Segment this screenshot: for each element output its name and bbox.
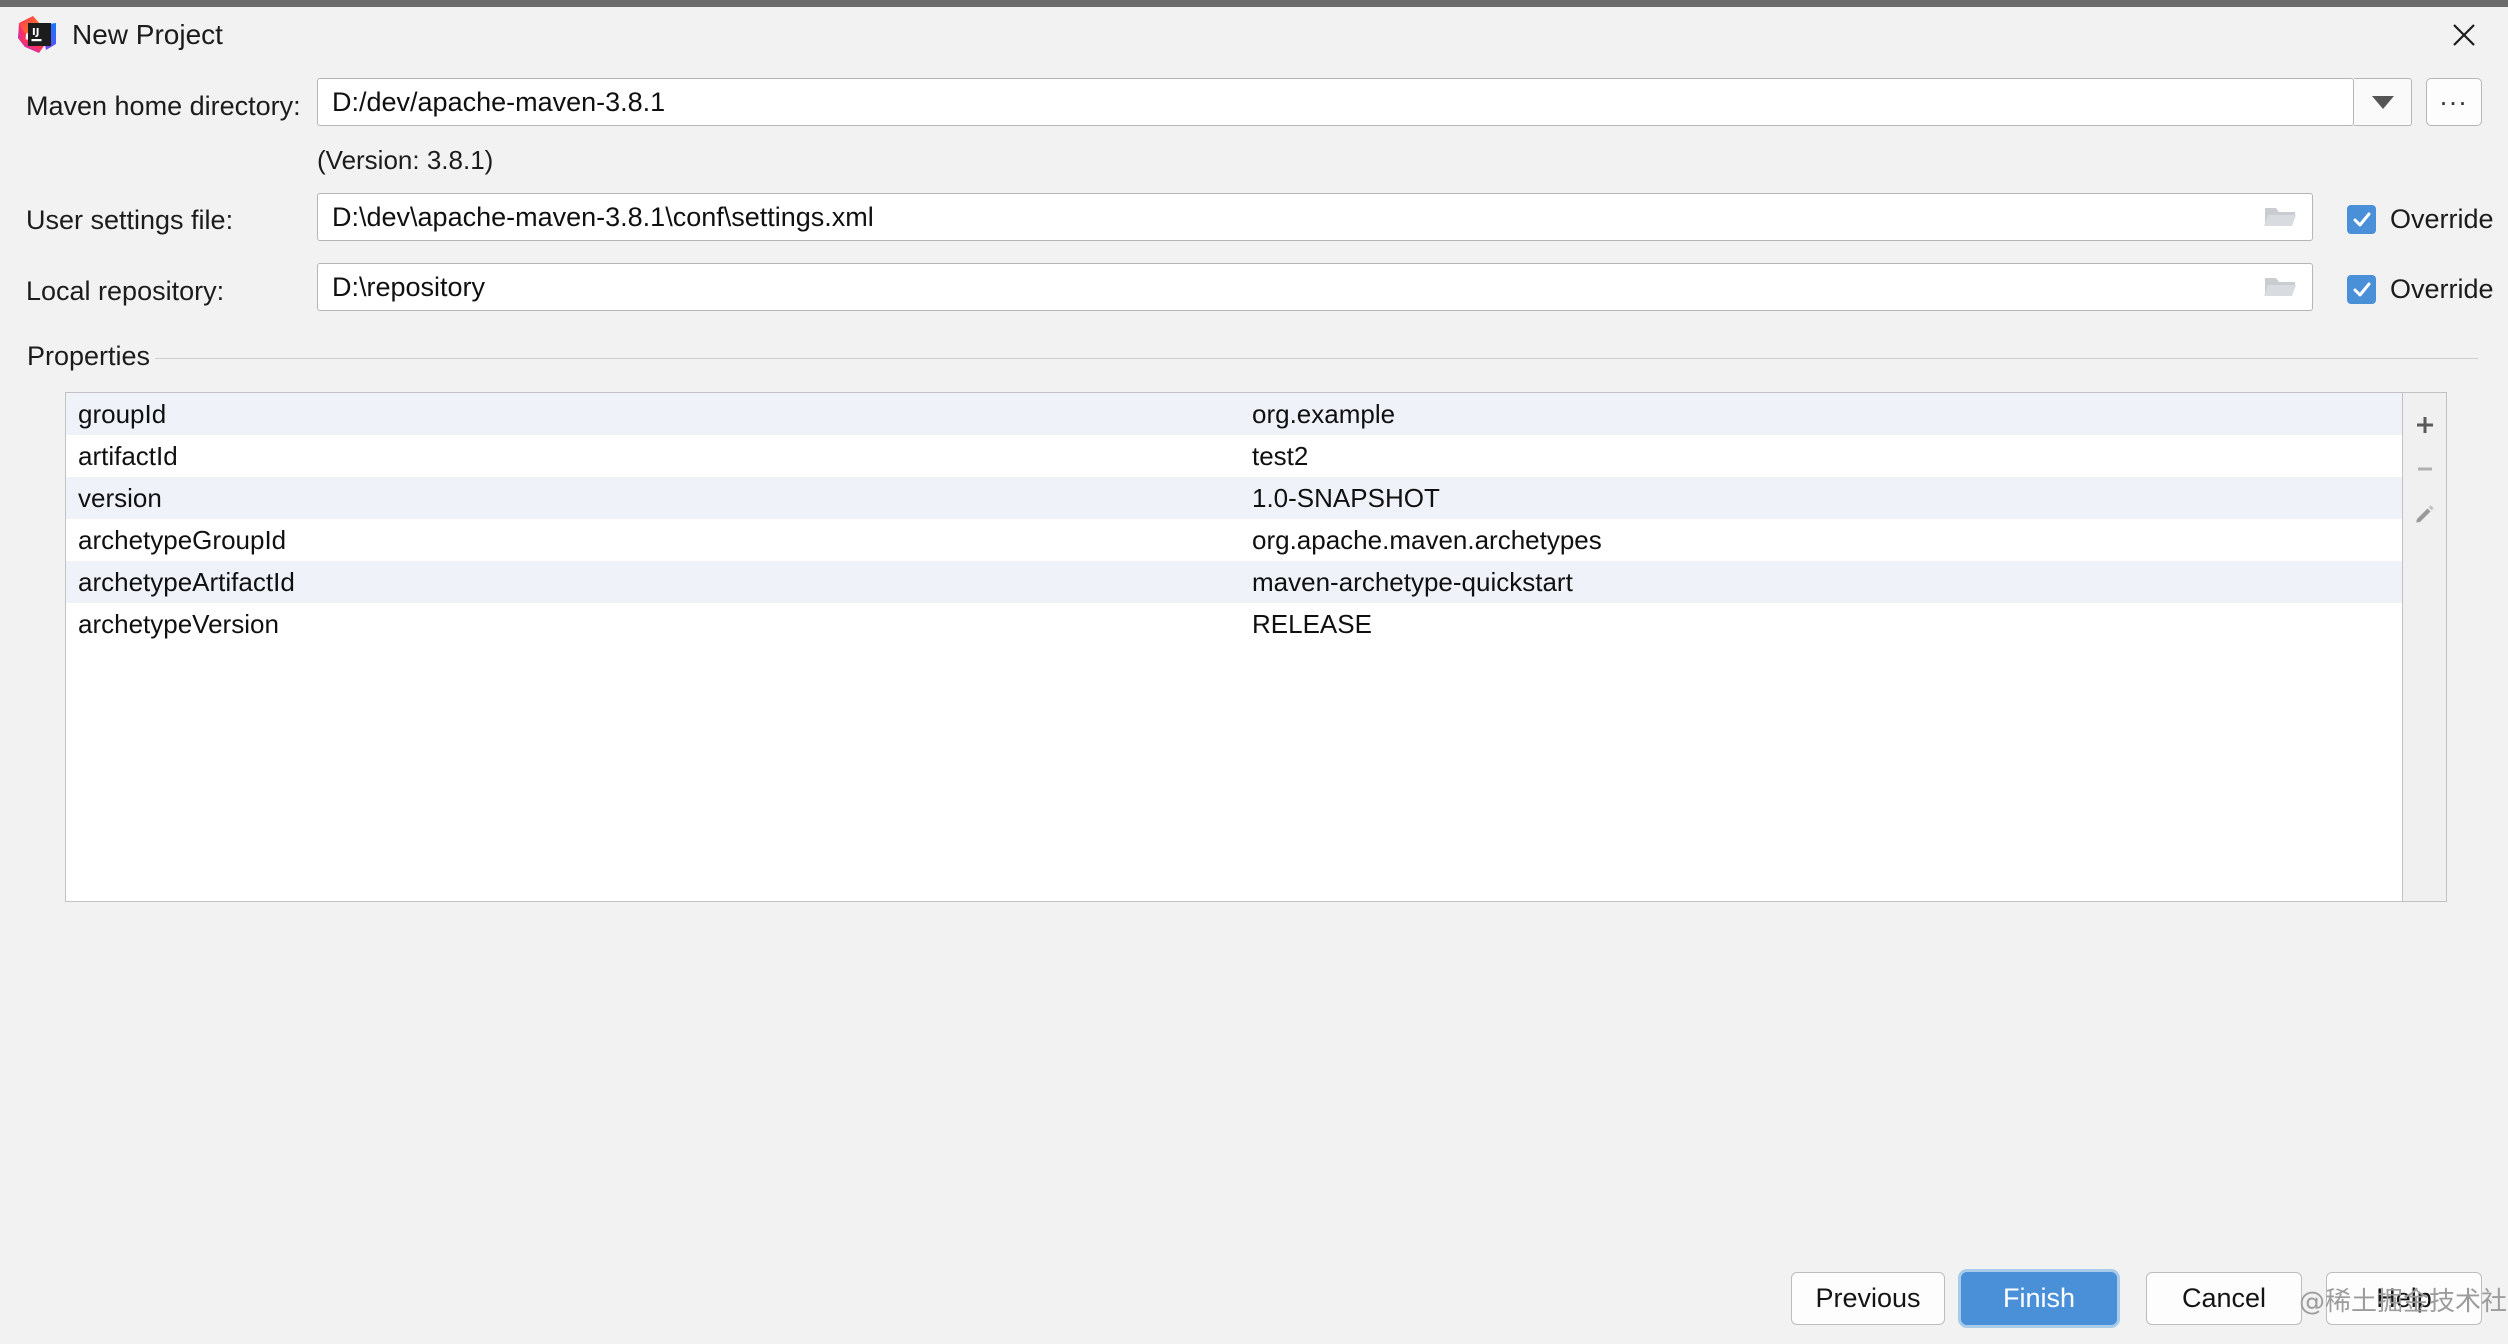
property-key-cell: archetypeGroupId — [78, 524, 287, 555]
local-repository-folder-icon[interactable] — [2254, 265, 2306, 309]
maven-home-browse-button[interactable]: ... — [2426, 78, 2482, 126]
maven-home-input[interactable]: D:/dev/apache-maven-3.8.1 — [317, 78, 2354, 126]
property-value-cell: maven-archetype-quickstart — [1252, 566, 1573, 597]
chevron-down-icon — [2371, 95, 2394, 109]
properties-section-divider — [155, 358, 2478, 359]
property-value-cell: 1.0-SNAPSHOT — [1252, 482, 1440, 513]
maven-home-dropdown-button[interactable] — [2354, 78, 2412, 126]
window-title: New Project — [72, 19, 223, 50]
finish-button[interactable]: Finish — [1961, 1272, 2117, 1325]
help-button[interactable]: Help — [2326, 1272, 2482, 1325]
property-key-cell: archetypeArtifactId — [78, 566, 295, 597]
table-row[interactable]: archetypeGroupId org.apache.maven.archety… — [66, 519, 2402, 561]
table-row[interactable]: archetypeVersion RELEASE — [66, 603, 2402, 645]
close-icon[interactable] — [2438, 12, 2490, 58]
properties-section-title: Properties — [27, 341, 151, 371]
intellij-idea-logo-icon: IJ — [16, 14, 58, 56]
user-settings-folder-icon[interactable] — [2254, 195, 2306, 239]
table-row[interactable]: artifactId test2 — [66, 435, 2402, 477]
property-value-cell: RELEASE — [1252, 608, 1372, 639]
table-row[interactable]: archetypeArtifactId maven-archetype-quick… — [66, 561, 2402, 603]
property-value-cell: org.apache.maven.archetypes — [1252, 524, 1602, 555]
property-value-cell: test2 — [1252, 440, 1309, 471]
properties-table-toolbar — [2402, 393, 2446, 901]
title-bar: IJ New Project — [0, 7, 2508, 62]
window-top-edge — [0, 0, 2508, 7]
property-key-cell: archetypeVersion — [78, 608, 279, 639]
maven-home-label: Maven home directory: — [26, 91, 301, 121]
property-key-cell: groupId — [78, 398, 167, 429]
minus-icon — [2418, 467, 2432, 471]
checkbox-checked-icon — [2347, 205, 2376, 234]
add-property-button[interactable] — [2403, 403, 2446, 447]
local-repository-override-label: Override — [2390, 274, 2494, 304]
edit-property-button[interactable] — [2403, 491, 2446, 535]
new-project-dialog: IJ New Project Maven home directory: D:/… — [0, 0, 2508, 1344]
maven-version-hint: (Version: 3.8.1) — [317, 145, 494, 175]
local-repository-override-checkbox[interactable]: Override — [2347, 274, 2494, 305]
plus-icon — [2417, 417, 2433, 433]
pencil-icon — [2416, 505, 2434, 523]
user-settings-label: User settings file: — [26, 205, 234, 235]
svg-text:IJ: IJ — [32, 27, 39, 38]
property-key-cell: artifactId — [78, 440, 178, 471]
local-repository-label: Local repository: — [26, 276, 225, 306]
checkbox-checked-icon — [2347, 275, 2376, 304]
user-settings-input[interactable]: D:\dev\apache-maven-3.8.1\conf\settings.… — [317, 193, 2313, 241]
properties-table: groupId org.example artifactId test2 version… — [65, 392, 2447, 902]
table-row[interactable]: groupId org.example — [66, 393, 2402, 435]
cancel-button[interactable]: Cancel — [2146, 1272, 2302, 1325]
property-key-cell: version — [78, 482, 162, 513]
user-settings-override-checkbox[interactable]: Override — [2347, 204, 2494, 235]
previous-button[interactable]: Previous — [1791, 1272, 1945, 1325]
remove-property-button[interactable] — [2403, 447, 2446, 491]
table-row[interactable]: version 1.0-SNAPSHOT — [66, 477, 2402, 519]
properties-table-body: groupId org.example artifactId test2 version… — [66, 393, 2402, 901]
property-value-cell: org.example — [1252, 398, 1396, 429]
local-repository-input[interactable]: D:\repository — [317, 263, 2313, 311]
user-settings-override-label: Override — [2390, 204, 2494, 234]
